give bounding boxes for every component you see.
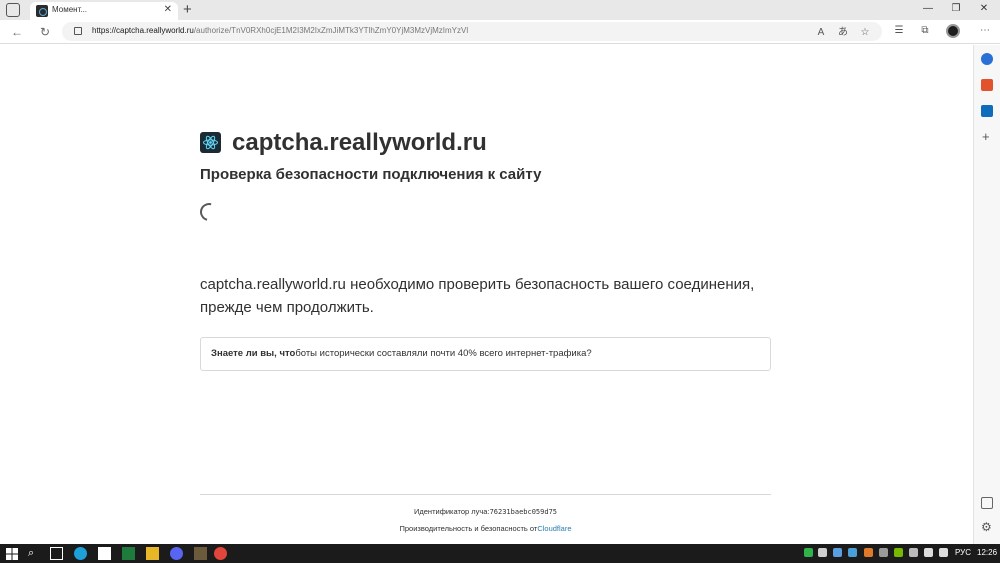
did-you-know-text: Знаете ли вы, чтоботы исторически состав…	[211, 348, 592, 359]
chrome-taskbar-icon[interactable]	[214, 547, 227, 560]
tab-active[interactable]: Момент... ✕	[30, 2, 178, 20]
site-title: captcha.reallyworld.ru	[232, 129, 487, 156]
taskbar-search-icon[interactable]: ⌕	[28, 547, 41, 560]
restore-button[interactable]: ❐	[946, 2, 966, 16]
performance-label: Производительность и безопасность от	[399, 524, 538, 533]
profile-avatar[interactable]	[946, 24, 960, 38]
excel-taskbar-icon[interactable]	[122, 547, 135, 560]
explorer-taskbar-icon[interactable]	[146, 547, 159, 560]
favorite-star-icon[interactable]: ☆	[858, 26, 872, 40]
tray-volume-icon[interactable]	[939, 548, 948, 557]
did-you-know-bold: Знаете ли вы, что	[211, 348, 296, 359]
footer-divider	[200, 494, 771, 495]
read-aloud-icon[interactable]: A	[814, 26, 828, 40]
app-taskbar-icon[interactable]	[98, 547, 111, 560]
hide-sidebar-icon[interactable]	[981, 497, 993, 509]
close-window-button[interactable]: ✕	[974, 2, 994, 16]
task-view-icon[interactable]	[50, 547, 63, 560]
favorites-icon[interactable]: ☰	[892, 24, 906, 38]
tray-app2-icon[interactable]	[833, 548, 842, 557]
search-icon[interactable]	[981, 53, 993, 65]
ray-id-label: Идентификатор луча:	[413, 507, 490, 516]
performance-line: Производительность и безопасность отClou…	[200, 524, 771, 533]
url-host: https://captcha.reallyworld.ru	[92, 26, 194, 35]
translate-icon[interactable]: あ	[836, 26, 850, 40]
url-path: /authorize/TnV0RXh0cjE1M2I3M2IxZmJiMTk3Y…	[193, 26, 469, 35]
lock-icon[interactable]	[74, 27, 82, 35]
back-icon[interactable]: ←	[10, 24, 24, 40]
page-subtitle: Проверка безопасности подключения к сайт…	[200, 166, 542, 183]
did-you-know-rest: боты исторически составляли почти 40% вс…	[295, 348, 592, 359]
edge-sidebar: + ⚙	[973, 45, 1000, 544]
tray-discord-icon[interactable]	[818, 548, 827, 557]
address-bar[interactable]: https://captcha.reallyworld.ru/authorize…	[62, 22, 882, 41]
did-you-know-box: Знаете ли вы, чтоботы исторически состав…	[200, 337, 771, 371]
outlook-icon[interactable]	[981, 105, 993, 117]
tray-nvidia-icon[interactable]	[894, 548, 903, 557]
edge-taskbar-icon[interactable]	[74, 547, 87, 560]
office-icon[interactable]	[981, 79, 993, 91]
add-sidebar-icon[interactable]: +	[982, 129, 990, 144]
tray-app4-icon[interactable]	[879, 548, 888, 557]
discord-taskbar-icon[interactable]	[170, 547, 183, 560]
favicon-icon	[36, 5, 48, 17]
loading-spinner-icon	[196, 199, 222, 225]
site-logo-icon	[200, 132, 221, 153]
tray-steam-icon[interactable]	[848, 548, 857, 557]
ray-id-line: Идентификатор луча:76231baebc059d75	[200, 507, 771, 516]
verification-description: captcha.reallyworld.ru необходимо провер…	[200, 276, 755, 316]
url-text[interactable]: https://captcha.reallyworld.ru/authorize…	[92, 26, 468, 35]
ray-id-value: 76231baebc059d75	[489, 508, 558, 516]
refresh-icon[interactable]: ↻	[38, 24, 52, 40]
cloudflare-link[interactable]: Cloudflare	[537, 524, 571, 533]
browser-window: Момент... ✕ + — ❐ ✕ ← ↻ https://captcha.…	[0, 0, 1000, 563]
windows-taskbar: ⌕ РУС 12:26	[0, 544, 1000, 563]
windows-start-icon[interactable]	[6, 547, 19, 560]
tray-app-icon[interactable]	[804, 548, 813, 557]
minecraft-taskbar-icon[interactable]	[194, 547, 207, 560]
new-tab-button[interactable]: +	[183, 1, 192, 19]
taskbar-clock[interactable]: 12:26	[977, 548, 997, 557]
close-tab-icon[interactable]: ✕	[164, 4, 172, 16]
address-row: ← ↻ https://captcha.reallyworld.ru/autho…	[0, 20, 1000, 44]
more-menu-icon[interactable]: ⋯	[978, 24, 992, 38]
tray-wifi-icon[interactable]	[924, 548, 933, 557]
page-content: captcha.reallyworld.ru Проверка безопасн…	[0, 45, 973, 544]
settings-gear-icon[interactable]: ⚙	[981, 520, 992, 534]
input-language[interactable]: РУС	[955, 548, 971, 557]
tray-network-icon[interactable]	[909, 548, 918, 557]
minimize-button[interactable]: —	[918, 2, 938, 16]
tab-title: Момент...	[52, 5, 88, 14]
collections-icon[interactable]: ⧉	[918, 24, 932, 38]
tab-actions-icon[interactable]	[6, 3, 20, 17]
title-bar: Момент... ✕ + — ❐ ✕	[0, 0, 1000, 20]
tray-app3-icon[interactable]	[864, 548, 873, 557]
